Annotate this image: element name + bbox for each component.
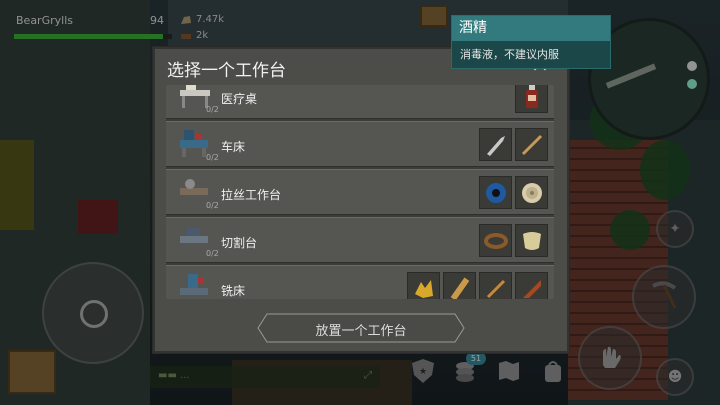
list-item-medical-table[interactable]: 0/2 医疗桌: [166, 85, 554, 119]
row-label: 切割台: [221, 236, 258, 250]
row-count: 0/2: [206, 153, 219, 162]
row-count: 0/2: [206, 201, 219, 210]
rod-icon: [479, 272, 512, 299]
tooltip-title: 酒精: [452, 16, 610, 41]
dialog-title: 选择一个工作台: [167, 61, 286, 81]
row-count: 0/2: [206, 249, 219, 258]
list-item-wire-drawing-bench[interactable]: 0/2 拉丝工作台: [166, 169, 554, 215]
workbench-list[interactable]: 0/2 医疗桌 0/2 车床 0/2 拉丝工作台 0/2 切割台 铣床: [166, 85, 554, 299]
row-label: 医疗桌: [221, 92, 258, 106]
list-item-lathe[interactable]: 0/2 车床: [166, 121, 554, 167]
row-label: 铣床: [221, 284, 246, 298]
row-label: 拉丝工作台: [221, 188, 282, 202]
place-workbench-label: 放置一个工作台: [315, 324, 407, 339]
bottle-icon: [515, 85, 548, 113]
knife-icon: [479, 128, 512, 161]
row-label: 车床: [221, 140, 246, 154]
rope-coil-icon: [515, 176, 548, 209]
list-item-milling-machine[interactable]: 铣床: [166, 265, 554, 299]
gold-parts-icon: [407, 272, 440, 299]
stick-icon: [515, 128, 548, 161]
list-item-cutting-table[interactable]: 0/2 切割台: [166, 217, 554, 263]
place-workbench-button[interactable]: 放置一个工作台: [257, 313, 465, 343]
plank-icon: [443, 272, 476, 299]
item-tooltip: 酒精 消毒液，不建议内服: [451, 15, 611, 69]
leather-belt-icon: [479, 224, 512, 257]
row-count: 0/2: [206, 105, 219, 114]
tooltip-description: 消毒液，不建议内服: [460, 48, 559, 61]
milling-machine-icon: [178, 272, 212, 299]
hammer-part-icon: [515, 272, 548, 299]
cloth-icon: [515, 224, 548, 257]
workbench-dialog: 选择一个工作台 × 0/2 医疗桌 0/2 车床: [152, 46, 570, 354]
wire-spool-icon: [479, 176, 512, 209]
